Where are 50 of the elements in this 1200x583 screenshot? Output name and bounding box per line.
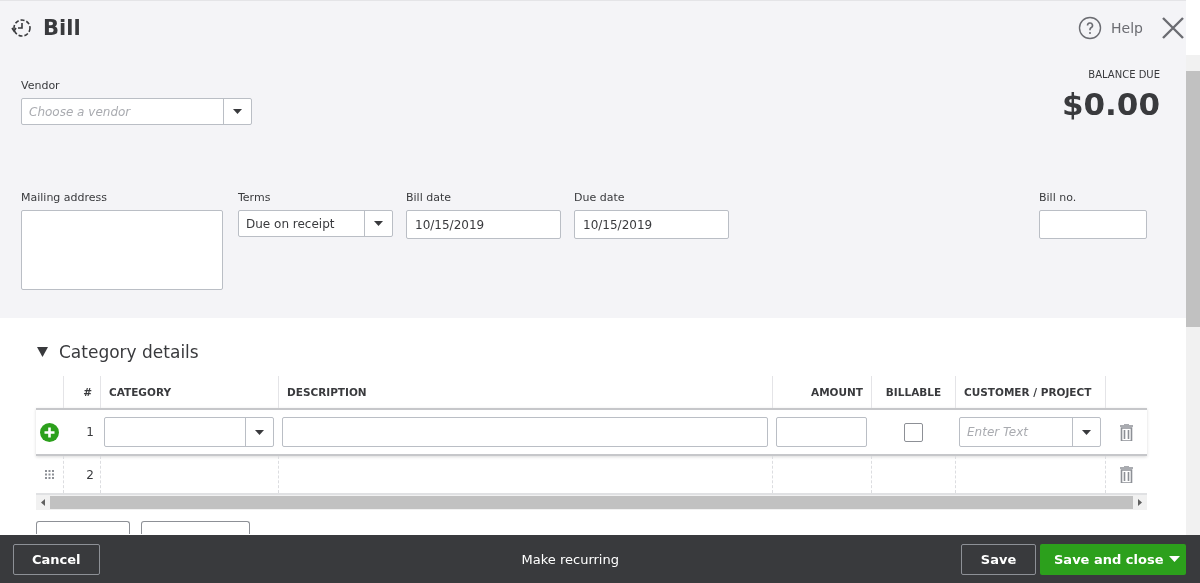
collapse-triangle-icon xyxy=(37,347,48,357)
trash-icon[interactable] xyxy=(1119,423,1133,441)
balance-label: BALANCE DUE xyxy=(1088,69,1160,80)
column-header: AMOUNT xyxy=(772,376,871,408)
field-label: Terms xyxy=(238,191,272,204)
caret-icon xyxy=(1169,556,1180,562)
column-header: CATEGORY xyxy=(100,376,278,408)
cut-off-button[interactable] xyxy=(141,521,250,534)
column-header: # xyxy=(63,376,100,408)
column-header: CUSTOMER / PROJECT xyxy=(955,376,1105,408)
column-header: DESCRIPTION xyxy=(278,376,772,408)
vertical-scrollbar[interactable] xyxy=(1186,55,1200,535)
field-label: Vendor xyxy=(21,79,61,92)
amount-field[interactable] xyxy=(776,417,867,447)
caret-icon xyxy=(255,429,264,435)
column-header: BILLABLE xyxy=(871,376,955,408)
scroll-right-icon[interactable] xyxy=(1138,499,1142,506)
category-dropdown[interactable] xyxy=(104,417,274,447)
drag-handle-icon[interactable] xyxy=(45,470,54,479)
field-label: Bill no. xyxy=(1039,191,1078,204)
field-label: Mailing address xyxy=(21,191,109,204)
horizontal-scrollbar[interactable] xyxy=(36,495,1147,510)
terms-dropdown[interactable]: Due on receipt xyxy=(238,210,393,237)
cut-off-button[interactable] xyxy=(36,521,130,534)
cancel-button[interactable]: Cancel xyxy=(13,543,100,575)
description-field[interactable] xyxy=(282,417,768,447)
line-number: 2 xyxy=(86,467,94,482)
date-field[interactable]: 10/15/2019 xyxy=(574,210,729,239)
help-icon xyxy=(1078,16,1103,40)
window-title: Bill xyxy=(43,16,81,40)
save-button[interactable]: Save xyxy=(961,543,1036,575)
close-button[interactable] xyxy=(1161,16,1185,40)
add-icon[interactable] xyxy=(40,422,59,442)
checkbox[interactable] xyxy=(903,422,923,442)
balance-amount: $0.00 xyxy=(1061,86,1160,122)
scroll-left-icon[interactable] xyxy=(41,499,45,506)
line-number: 1 xyxy=(86,425,94,439)
date-field[interactable]: 10/15/2019 xyxy=(406,210,561,239)
make-recurring-link[interactable]: Make recurring xyxy=(515,550,625,568)
caret-icon xyxy=(1082,429,1091,435)
address-field[interactable] xyxy=(21,210,223,290)
caret-icon xyxy=(374,221,383,226)
section-toggle[interactable]: Category details xyxy=(37,342,199,362)
caret-icon xyxy=(233,109,242,114)
field-label: Bill date xyxy=(406,191,452,204)
help-button[interactable]: Help xyxy=(1078,16,1143,40)
bill-number-field[interactable] xyxy=(1039,210,1147,239)
field-label: Due date xyxy=(574,191,626,204)
history-icon xyxy=(9,16,33,40)
trash-icon[interactable] xyxy=(1120,466,1133,483)
